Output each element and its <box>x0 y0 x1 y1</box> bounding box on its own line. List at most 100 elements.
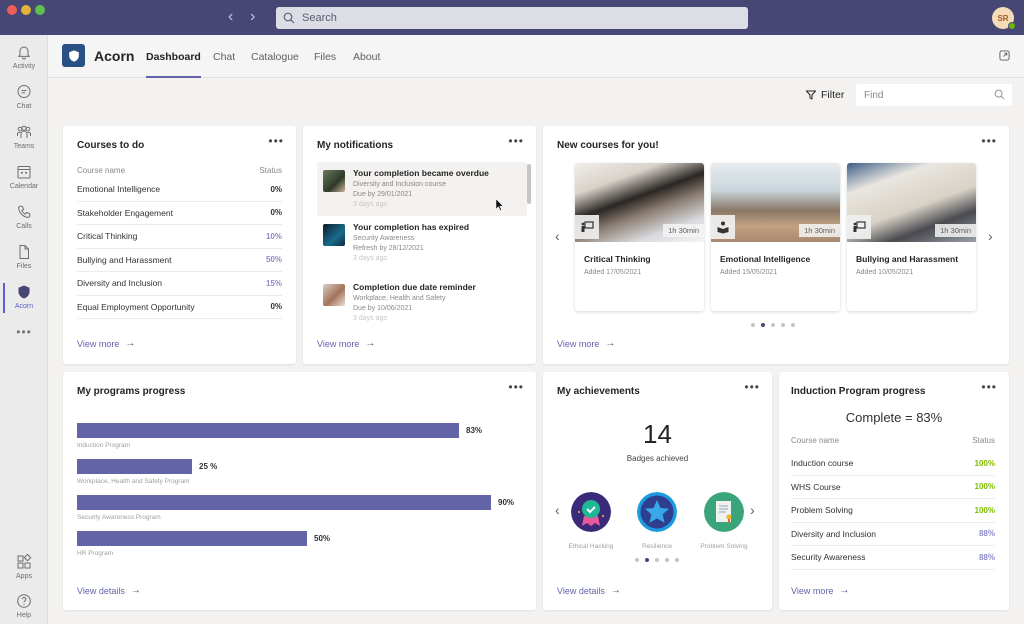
tab-chat[interactable]: Chat <box>213 51 235 63</box>
view-more-link[interactable]: View more → <box>557 338 615 349</box>
more-options-icon[interactable]: ••• <box>508 381 524 393</box>
notification-title: Your completion has expired <box>353 222 470 232</box>
program-bar[interactable] <box>77 495 491 511</box>
badges-prev-icon[interactable]: ‹ <box>555 502 560 518</box>
course-name: Induction course <box>791 458 854 469</box>
tab-catalogue[interactable]: Catalogue <box>251 51 299 63</box>
card-title: Induction Program progress <box>791 386 926 397</box>
user-avatar[interactable]: SR <box>992 7 1016 30</box>
course-status: 88% <box>978 552 995 562</box>
table-row[interactable]: Problem Solving 100% <box>791 499 995 523</box>
back-arrow-icon[interactable]: ‹ <box>228 8 233 26</box>
table-row[interactable]: Induction course 100% <box>791 452 995 476</box>
notifications-card: My notifications ••• Your completion bec… <box>303 126 536 364</box>
notification-time: 3 days ago <box>353 315 388 322</box>
course-name: Emotional Intelligence <box>720 254 811 264</box>
card-title: My notifications <box>317 140 394 151</box>
rail-item-help[interactable]: Help <box>0 590 48 624</box>
course-status: 15% <box>265 278 282 288</box>
course-card[interactable]: 1h 30min Emotional Intelligence Added 15… <box>711 163 840 311</box>
course-name: Bullying and Harassment <box>77 254 172 265</box>
pagination-dot[interactable] <box>655 558 659 562</box>
table-row[interactable]: Diversity and Inclusion 15% <box>77 272 282 296</box>
table-row[interactable]: Stakeholder Engagement 0% <box>77 202 282 225</box>
forward-arrow-icon[interactable]: › <box>250 8 255 26</box>
program-bar[interactable] <box>77 459 192 475</box>
global-search-input[interactable]: Search <box>276 7 748 29</box>
view-more-link[interactable]: View more → <box>77 338 135 349</box>
maximize-window-button[interactable] <box>35 5 45 15</box>
link-label: View more <box>791 585 834 596</box>
more-options-icon[interactable]: ••• <box>744 381 760 393</box>
tab-files[interactable]: Files <box>314 51 336 63</box>
teams-icon <box>17 125 31 138</box>
notification-item[interactable]: Your completion has expired Security Awa… <box>317 216 527 276</box>
course-status: 0% <box>270 208 282 218</box>
badge-problem-solving[interactable]: Problem Solving <box>696 492 752 550</box>
close-window-button[interactable] <box>7 5 17 15</box>
programs-progress-card: My programs progress ••• 83% Induction Pr… <box>63 372 536 610</box>
notifications-scrollbar[interactable] <box>527 164 531 204</box>
view-more-link[interactable]: View more → <box>791 585 849 596</box>
app-rail: Activity Chat Teams Calendar Calls Files… <box>0 35 48 624</box>
program-bar[interactable] <box>77 423 459 439</box>
minimize-window-button[interactable] <box>21 5 31 15</box>
table-row[interactable]: WHS Course 100% <box>791 476 995 499</box>
rail-item-chat[interactable]: Chat <box>0 81 48 119</box>
pagination-dot[interactable] <box>665 558 669 562</box>
more-apps-button[interactable]: ••• <box>0 325 48 339</box>
view-details-link[interactable]: View details → <box>77 585 141 596</box>
table-row[interactable]: Security Awareness 88% <box>791 546 995 570</box>
notification-subject: Security Awareness <box>353 235 415 242</box>
badge-ethical-hacking[interactable]: Ethical Hacking <box>563 492 619 550</box>
find-field[interactable] <box>856 84 1012 106</box>
program-value-label: 25 % <box>199 462 218 472</box>
view-more-link[interactable]: View more → <box>317 338 375 349</box>
rail-item-calendar[interactable]: Calendar <box>0 161 48 199</box>
induction-progress-card: Induction Program progress ••• Complete … <box>779 372 1009 610</box>
rail-item-apps[interactable]: Apps <box>0 551 48 589</box>
carousel-prev-icon[interactable]: ‹ <box>555 228 560 244</box>
rail-label: Chat <box>16 103 32 110</box>
pagination-dot[interactable] <box>771 323 775 327</box>
table-row[interactable]: Equal Employment Opportunity 0% <box>77 296 282 319</box>
table-row[interactable]: Diversity and Inclusion 88% <box>791 523 995 546</box>
course-card[interactable]: 1h 30min Critical Thinking Added 17/05/2… <box>575 163 704 311</box>
link-label: View details <box>77 585 125 596</box>
more-options-icon[interactable]: ••• <box>981 135 997 147</box>
pagination-dot[interactable] <box>761 323 765 327</box>
rail-item-files[interactable]: Files <box>0 241 48 279</box>
more-options-icon[interactable]: ••• <box>981 381 997 393</box>
pagination-dot[interactable] <box>645 558 649 562</box>
pagination-dot[interactable] <box>781 323 785 327</box>
carousel-next-icon[interactable]: › <box>988 228 993 244</box>
star-icon <box>637 492 677 532</box>
pagination-dot[interactable] <box>635 558 639 562</box>
course-status: 10% <box>265 231 282 241</box>
course-image: 1h 30min <box>847 163 976 242</box>
badge-resilience[interactable]: Resilience <box>629 492 685 550</box>
view-details-link[interactable]: View details → <box>557 585 621 596</box>
popout-icon[interactable] <box>999 50 1010 61</box>
pagination-dot[interactable] <box>751 323 755 327</box>
more-options-icon[interactable]: ••• <box>508 135 524 147</box>
rail-item-calls[interactable]: Calls <box>0 201 48 239</box>
table-row[interactable]: Emotional Intelligence 0% <box>77 178 282 202</box>
rail-item-acorn[interactable]: Acorn <box>0 281 48 319</box>
tab-dashboard[interactable]: Dashboard <box>146 51 201 78</box>
rail-item-activity[interactable]: Activity <box>0 41 48 79</box>
find-input[interactable] <box>864 89 989 101</box>
tab-about[interactable]: About <box>353 51 380 63</box>
filter-button[interactable]: Filter <box>806 89 844 101</box>
link-label: View more <box>557 338 600 349</box>
program-bar[interactable] <box>77 531 307 547</box>
pagination-dot[interactable] <box>675 558 679 562</box>
course-card[interactable]: 1h 30min Bullying and Harassment Added 1… <box>847 163 976 311</box>
notification-item[interactable]: Completion due date reminder Workplace, … <box>317 276 527 324</box>
more-options-icon[interactable]: ••• <box>268 135 284 147</box>
notification-due: Refresh by 28/12/2021 <box>353 245 424 252</box>
table-row[interactable]: Critical Thinking 10% <box>77 225 282 249</box>
table-row[interactable]: Bullying and Harassment 50% <box>77 249 282 272</box>
rail-item-teams[interactable]: Teams <box>0 121 48 159</box>
pagination-dot[interactable] <box>791 323 795 327</box>
